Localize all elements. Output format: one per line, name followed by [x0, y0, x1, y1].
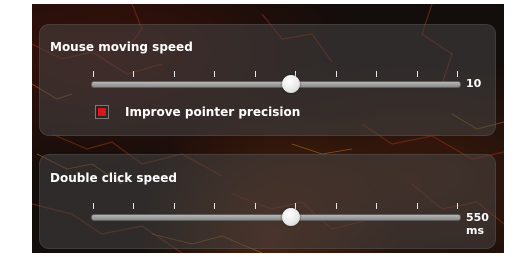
slider-tick: [255, 71, 256, 77]
mouse-speed-slider-track[interactable]: [91, 81, 461, 88]
checkbox-checked-mark: [98, 108, 106, 116]
mouse-speed-slider-thumb[interactable]: [281, 75, 300, 93]
double-click-ticks: [93, 203, 458, 209]
mouse-speed-ticks: [93, 71, 458, 77]
slider-tick: [417, 71, 418, 77]
mouse-speed-value: 10: [466, 77, 482, 90]
slider-tick: [336, 203, 337, 209]
slider-tick: [336, 71, 337, 77]
pointer-precision-label: Improve pointer precision: [125, 105, 301, 119]
slider-tick: [255, 203, 256, 209]
slider-tick: [295, 203, 296, 209]
slider-tick: [417, 203, 418, 209]
double-click-value: 550 ms: [466, 211, 489, 237]
double-click-slider-track[interactable]: [91, 214, 461, 221]
double-click-title: Double click speed: [50, 171, 177, 185]
slider-tick: [133, 203, 134, 209]
pointer-precision-checkbox[interactable]: [95, 105, 109, 119]
double-click-panel: Double click speed 550 ms: [39, 154, 496, 249]
slider-tick: [174, 203, 175, 209]
slider-tick: [133, 71, 134, 77]
mouse-speed-title: Mouse moving speed: [50, 40, 193, 54]
double-click-slider-thumb[interactable]: [281, 208, 300, 226]
slider-tick: [214, 71, 215, 77]
slider-tick: [214, 203, 215, 209]
mouse-speed-panel: Mouse moving speed 10 Improve pointer pr…: [39, 24, 496, 136]
slider-tick: [93, 203, 94, 209]
slider-tick: [93, 71, 94, 77]
slider-tick: [174, 71, 175, 77]
slider-tick: [376, 71, 377, 77]
slider-tick: [457, 203, 458, 209]
slider-tick: [457, 71, 458, 77]
slider-tick: [376, 203, 377, 209]
settings-window: Mouse moving speed 10 Improve pointer pr…: [32, 4, 504, 253]
